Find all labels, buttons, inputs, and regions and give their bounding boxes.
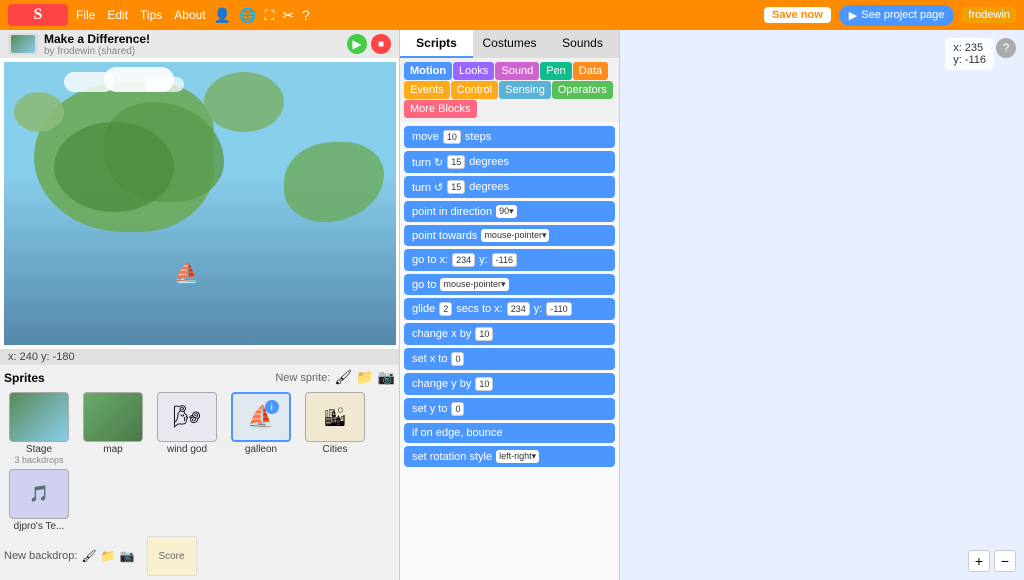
block-move[interactable]: move 10 steps bbox=[404, 126, 615, 148]
stage-thumbnail bbox=[8, 33, 38, 55]
new-sprite-label: New sprite: bbox=[275, 372, 330, 384]
zoom-in-button[interactable]: + bbox=[968, 550, 990, 572]
sprite-item-djpro[interactable]: 🎵 djpro's Te... bbox=[4, 469, 74, 532]
camera-icon[interactable]: 📷 bbox=[378, 369, 395, 386]
stop-button[interactable]: ■ bbox=[371, 34, 391, 54]
cat-pen[interactable]: Pen bbox=[540, 62, 572, 80]
top-right: Save now ▶ See project page frodewin bbox=[764, 5, 1016, 26]
stage-controls: ▶ ■ bbox=[347, 34, 391, 54]
backdrop-camera-icon[interactable]: 📷 bbox=[120, 549, 135, 563]
block-change-x[interactable]: change x by 10 bbox=[404, 323, 615, 345]
backdrop-paint-icon[interactable]: 🖌 bbox=[81, 549, 96, 563]
scripts-workspace: when I receive Init Game ▾ set size to 6… bbox=[620, 30, 1024, 580]
coord-display: x: 235 y: -116 bbox=[945, 38, 994, 70]
top-menu: File Edit Tips About bbox=[76, 8, 206, 22]
cat-control[interactable]: Control bbox=[451, 81, 498, 99]
zoom-out-button[interactable]: − bbox=[994, 550, 1016, 572]
block-set-x[interactable]: set x to 0 bbox=[404, 348, 615, 370]
tab-sounds[interactable]: Sounds bbox=[546, 30, 619, 58]
block-turn-ccw[interactable]: turn ↺ 15 degrees bbox=[404, 176, 615, 198]
menu-file[interactable]: File bbox=[76, 8, 95, 22]
project-author: by frodewin (shared) bbox=[44, 46, 341, 57]
blocks-list: move 10 steps turn ↻ 15 degrees turn ↺ 1… bbox=[400, 122, 619, 580]
tab-bar: Scripts Costumes Sounds bbox=[400, 30, 619, 58]
cat-motion[interactable]: Motion bbox=[404, 62, 452, 80]
user-badge[interactable]: frodewin bbox=[962, 7, 1016, 23]
project-name: Make a Difference! bbox=[44, 32, 341, 46]
block-point-towards[interactable]: point towards mouse-pointer▾ bbox=[404, 225, 615, 246]
sprites-list: Stage 3 backdrops map 🌬 wind god i⛵ gall… bbox=[4, 392, 395, 532]
menu-tips[interactable]: Tips bbox=[140, 8, 162, 22]
sprites-title: Sprites bbox=[4, 371, 45, 385]
sprite-item-cities[interactable]: 🏙 Cities bbox=[300, 392, 370, 465]
tab-costumes[interactable]: Costumes bbox=[473, 30, 546, 58]
stage-canvas: ⛵ bbox=[4, 62, 396, 345]
cat-looks[interactable]: Looks bbox=[453, 62, 494, 80]
block-set-rotation[interactable]: set rotation style left-right▾ bbox=[404, 446, 615, 467]
new-backdrop-section: New backdrop: 🖌 📁 📷 Score bbox=[4, 536, 395, 576]
sprite-item-map[interactable]: map bbox=[78, 392, 148, 465]
score-backdrop[interactable]: Score bbox=[147, 536, 197, 576]
new-backdrop-label: New backdrop: bbox=[4, 550, 77, 562]
block-goto-xy[interactable]: go to x: 234 y: -116 bbox=[404, 249, 615, 271]
cat-data[interactable]: Data bbox=[573, 62, 608, 80]
topbar: S File Edit Tips About 👤 🌐 ⛶ ✂ ? Save no… bbox=[0, 0, 1024, 30]
block-if-on-edge[interactable]: if on edge, bounce bbox=[404, 423, 615, 443]
user-icon: 👤 bbox=[214, 7, 231, 24]
help-icon[interactable]: ? bbox=[996, 38, 1016, 58]
see-project-icon: ▶ bbox=[849, 9, 857, 22]
save-now-button[interactable]: Save now bbox=[764, 7, 831, 23]
galleon-sprite: ⛵ bbox=[174, 260, 199, 285]
scissors-icon: ✂ bbox=[282, 7, 294, 24]
block-point-direction[interactable]: point in direction 90▾ bbox=[404, 201, 615, 222]
left-panel: Make a Difference! by frodewin (shared) … bbox=[0, 30, 400, 580]
categories-panel: Motion Looks Sound Pen Data Events Contr… bbox=[400, 58, 619, 122]
help-q-icon: ? bbox=[302, 7, 310, 23]
block-set-y[interactable]: set y to 0 bbox=[404, 398, 615, 420]
green-flag-button[interactable]: ▶ bbox=[347, 34, 367, 54]
stage-header: Make a Difference! by frodewin (shared) … bbox=[0, 30, 399, 58]
world-icon: 🌐 bbox=[239, 7, 256, 24]
see-project-button[interactable]: ▶ See project page bbox=[839, 5, 955, 26]
block-goto-pointer[interactable]: go to mouse-pointer▾ bbox=[404, 274, 615, 295]
main-area: Make a Difference! by frodewin (shared) … bbox=[0, 30, 1024, 580]
stage-coords: x: 240 y: -180 bbox=[0, 349, 399, 365]
paint-icon[interactable]: 🖌 bbox=[334, 369, 352, 386]
backdrop-file-icon[interactable]: 📁 bbox=[101, 549, 116, 563]
block-glide[interactable]: glide 2 secs to x: 234 y: -110 bbox=[404, 298, 615, 320]
middle-panel: Scripts Costumes Sounds Motion Looks Sou… bbox=[400, 30, 620, 580]
menu-edit[interactable]: Edit bbox=[107, 8, 128, 22]
scratch-logo[interactable]: S bbox=[8, 4, 68, 26]
zoom-controls: + − bbox=[968, 550, 1016, 572]
tab-scripts[interactable]: Scripts bbox=[400, 30, 473, 58]
menu-about[interactable]: About bbox=[174, 8, 205, 22]
sprite-item-galleon[interactable]: i⛵ galleon bbox=[226, 392, 296, 465]
scripts-area[interactable]: when I receive Init Game ▾ set size to 6… bbox=[620, 30, 1024, 580]
info-badge: i⛵ bbox=[247, 404, 274, 430]
sprites-panel: Sprites New sprite: 🖌 📁 📷 Stage 3 backdr… bbox=[0, 365, 399, 580]
cat-operators[interactable]: Operators bbox=[552, 81, 613, 99]
cat-sensing[interactable]: Sensing bbox=[499, 81, 551, 99]
block-turn-cw[interactable]: turn ↻ 15 degrees bbox=[404, 151, 615, 173]
file-icon[interactable]: 📁 bbox=[356, 369, 373, 386]
fullscreen-icon: ⛶ bbox=[265, 7, 275, 24]
cat-sound[interactable]: Sound bbox=[495, 62, 539, 80]
sprite-item-stage[interactable]: Stage 3 backdrops bbox=[4, 392, 74, 465]
block-change-y[interactable]: change y by 10 bbox=[404, 373, 615, 395]
cat-more-blocks[interactable]: More Blocks bbox=[404, 100, 477, 118]
sprites-header: Sprites New sprite: 🖌 📁 📷 bbox=[4, 369, 395, 386]
sprite-item-wind-god[interactable]: 🌬 wind god bbox=[152, 392, 222, 465]
cat-events[interactable]: Events bbox=[404, 81, 450, 99]
